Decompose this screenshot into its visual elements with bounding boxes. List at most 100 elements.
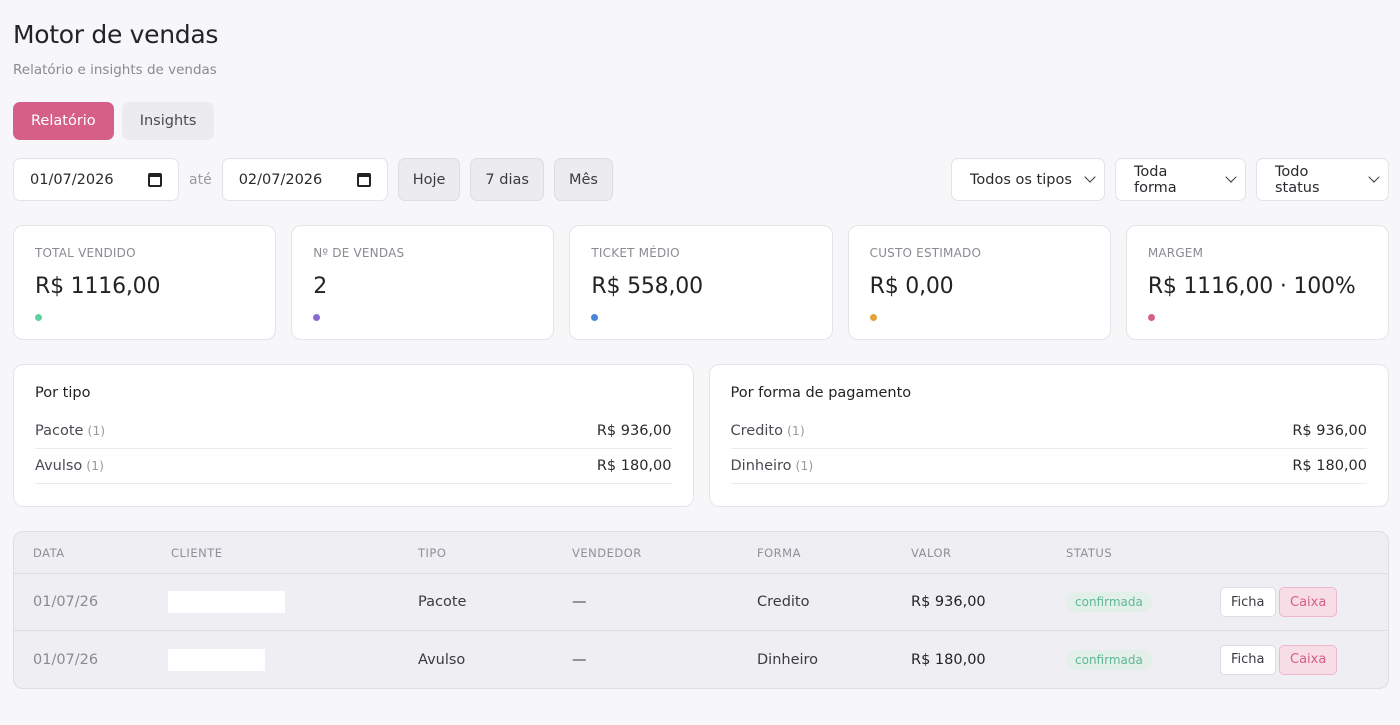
cell-date: 01/07/26 <box>33 651 99 668</box>
stat-value: R$ 0,00 <box>869 274 954 299</box>
cell-value: R$ 180,00 <box>911 651 986 668</box>
date-from-value: 01/07/2026 <box>30 171 114 188</box>
caixa-button[interactable]: Caixa <box>1279 587 1338 617</box>
breakdown-value: R$ 180,00 <box>1292 458 1367 474</box>
sales-table: Data Cliente Tipo Vendedor Forma Valor S… <box>13 531 1389 689</box>
stat-card-average-ticket: Ticket médio R$ 558,00 <box>569 225 833 340</box>
stat-card-sales-count: Nº de vendas 2 <box>291 225 555 340</box>
cell-type: Pacote <box>418 594 467 610</box>
type-select-value: Todos os tipos <box>970 171 1072 188</box>
breakdown-count: (1) <box>786 423 805 438</box>
status-badge: confirmada <box>1066 592 1152 612</box>
filter-bar: 01/07/2026 até 02/07/2026 Hoje 7 dias Mê… <box>13 158 1389 201</box>
column-header-status: Status <box>1066 545 1113 560</box>
ficha-button[interactable]: Ficha <box>1220 587 1276 617</box>
chevron-down-icon <box>1084 171 1096 183</box>
chevron-down-icon <box>1225 171 1237 183</box>
column-header-seller: Vendedor <box>572 545 642 560</box>
column-header-date: Data <box>33 545 65 560</box>
tab-insights[interactable]: Insights <box>121 102 215 140</box>
breakdown-name: Pacote <box>35 423 84 439</box>
date-range-separator: até <box>189 171 212 188</box>
redacted-client-name <box>168 648 265 671</box>
breakdown-count: (1) <box>795 458 814 473</box>
breakdown-by-type: Por tipo Pacote (1) R$ 936,00 Avulso (1) R… <box>13 364 694 507</box>
stat-label: Total vendido <box>35 246 136 260</box>
cell-type: Avulso <box>418 651 466 668</box>
breakdown-panels: Por tipo Pacote (1) R$ 936,00 Avulso (1) R… <box>13 364 1389 507</box>
status-dot <box>591 314 599 321</box>
status-dot <box>869 314 877 321</box>
stat-label: Margem <box>1147 246 1204 260</box>
stat-value: 2 <box>313 274 328 299</box>
tab-relatorio[interactable]: Relatório <box>13 102 114 140</box>
breakdown-row-label: Avulso (1) <box>35 458 104 474</box>
stat-value: R$ 1116,00 <box>35 274 161 299</box>
breakdown-count: (1) <box>86 458 105 473</box>
type-select[interactable]: Todos os tipos <box>951 158 1105 201</box>
breakdown-value: R$ 180,00 <box>596 458 672 474</box>
breakdown-row: Avulso (1) R$ 180,00 <box>35 449 672 484</box>
range-today-button[interactable]: Hoje <box>397 158 461 201</box>
status-badge: confirmada <box>1066 649 1152 670</box>
breakdown-row: Credito (1) R$ 936,00 <box>730 414 1367 449</box>
stat-card-margin: Margem R$ 1116,00 · 100% <box>1125 225 1390 340</box>
breakdown-value: R$ 936,00 <box>1292 423 1367 439</box>
tab-bar: Relatório Insights <box>13 102 1389 140</box>
cell-seller: — <box>572 651 587 668</box>
column-header-client: Cliente <box>171 545 223 560</box>
stat-label: Nº de vendas <box>313 246 405 260</box>
redacted-client-name <box>168 591 285 613</box>
cell-seller: — <box>572 594 587 610</box>
filter-selects: Todos os tipos Toda forma Todo status <box>951 158 1389 201</box>
breakdown-row-label: Pacote (1) <box>35 423 105 439</box>
column-header-value: Valor <box>911 545 952 560</box>
date-to-value: 02/07/2026 <box>238 171 323 188</box>
breakdown-row-label: Credito (1) <box>731 423 805 439</box>
ficha-button[interactable]: Ficha <box>1220 644 1276 675</box>
table-header: Data Cliente Tipo Vendedor Forma Valor S… <box>14 532 1388 574</box>
table-row[interactable]: 01/07/26 Pacote — Credito R$ 936,00 conf… <box>14 574 1388 631</box>
cell-method: Dinheiro <box>757 651 819 668</box>
sales-report-page: Motor de vendas Relatório e insights de … <box>13 20 1390 689</box>
calendar-icon[interactable] <box>356 172 371 187</box>
status-dot <box>1147 314 1155 321</box>
breakdown-title: Por tipo <box>35 385 91 401</box>
status-dot <box>35 314 42 321</box>
stat-label: Custo estimado <box>869 246 982 260</box>
breakdown-by-payment: Por forma de pagamento Credito (1) R$ 936… <box>708 364 1389 507</box>
breakdown-value: R$ 936,00 <box>596 423 672 439</box>
breakdown-name: Dinheiro <box>730 458 792 474</box>
range-month-button[interactable]: Mês <box>553 158 613 201</box>
breakdown-row: Dinheiro (1) R$ 180,00 <box>730 449 1367 484</box>
column-header-method: Forma <box>757 545 801 560</box>
calendar-icon[interactable] <box>148 172 162 187</box>
column-header-type: Tipo <box>418 545 447 560</box>
breakdown-row: Pacote (1) R$ 936,00 <box>35 414 672 449</box>
cell-value: R$ 936,00 <box>911 594 986 610</box>
status-select[interactable]: Todo status <box>1256 158 1389 201</box>
range-7-days-button[interactable]: 7 dias <box>470 158 544 201</box>
cell-date: 01/07/26 <box>33 594 99 610</box>
status-select-value: Todo status <box>1275 163 1320 196</box>
date-from-input[interactable]: 01/07/2026 <box>13 158 179 201</box>
status-dot <box>313 314 321 321</box>
payment-method-select-value: Toda forma <box>1134 163 1177 196</box>
stat-label: Ticket médio <box>591 246 680 260</box>
breakdown-title: Por forma de pagamento <box>730 385 912 401</box>
page-subtitle: Relatório e insights de vendas <box>13 62 217 78</box>
stat-value: R$ 558,00 <box>591 274 703 299</box>
stat-cards: Total vendido R$ 1116,00 Nº de vendas 2 … <box>13 225 1390 340</box>
chevron-down-icon <box>1368 171 1380 183</box>
payment-method-select[interactable]: Toda forma <box>1115 158 1246 201</box>
breakdown-count: (1) <box>87 423 106 438</box>
page-title: Motor de vendas <box>13 20 219 49</box>
breakdown-row-label: Dinheiro (1) <box>731 458 814 474</box>
caixa-button[interactable]: Caixa <box>1279 644 1338 675</box>
stat-card-estimated-cost: Custo estimado R$ 0,00 <box>847 225 1111 340</box>
stat-value: R$ 1116,00 · 100% <box>1147 274 1356 299</box>
table-row[interactable]: 01/07/26 Avulso — Dinheiro R$ 180,00 con… <box>14 631 1388 688</box>
breakdown-name: Credito <box>730 423 783 439</box>
stat-card-total-sold: Total vendido R$ 1116,00 <box>13 225 277 340</box>
date-to-input[interactable]: 02/07/2026 <box>221 158 388 201</box>
